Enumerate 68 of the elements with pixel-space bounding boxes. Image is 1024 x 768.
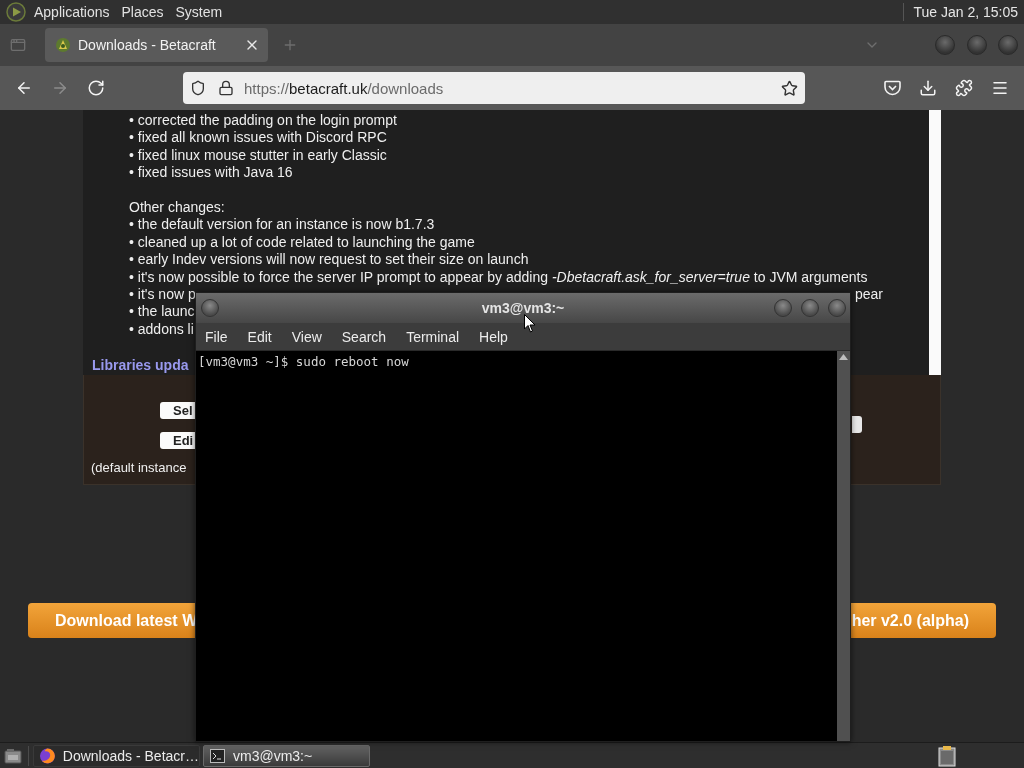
browser-tab[interactable]: Downloads - Betacraft	[45, 28, 268, 62]
url-text: https://betacraft.uk/downloads	[244, 79, 444, 97]
scrollbar[interactable]	[929, 110, 941, 375]
scrollbar[interactable]	[837, 351, 850, 741]
clock[interactable]: Tue Jan 2, 15:05	[913, 4, 1018, 20]
close-button[interactable]	[828, 299, 846, 317]
shield-icon	[190, 80, 206, 96]
changelog-item: • the default version for an instance is now b1.7.3	[129, 216, 435, 234]
play-logo-icon[interactable]	[6, 2, 26, 22]
terminal-icon	[210, 748, 225, 763]
mouse-pointer-icon	[524, 314, 536, 333]
changelog-item: • it's now p	[129, 286, 196, 304]
address-field[interactable]: https://betacraft.uk/downloads	[183, 72, 805, 104]
puzzle-icon	[955, 79, 973, 97]
changelog-heading: Other changes:	[129, 199, 225, 217]
changelog-item: • it's now possible to force the server IP prompt to appear by adding -Dbetacraft.ask_for_server=true to JVM arguments	[129, 268, 868, 287]
window-icon	[10, 37, 26, 53]
changelog-item: • addons li	[129, 320, 194, 339]
window-title: vm3@vm3:~	[481, 300, 565, 316]
plus-icon	[282, 37, 298, 53]
changelog-item: • corrected the padding on the login prompt	[129, 112, 397, 130]
clipboard-icon[interactable]	[938, 744, 956, 767]
panel-menu[interactable]: System	[169, 1, 229, 23]
site-favicon-icon	[55, 37, 71, 53]
tab-list-button[interactable]	[10, 37, 26, 53]
minimize-button[interactable]	[774, 299, 792, 317]
bookmark-star-icon[interactable]	[781, 79, 798, 97]
menu-item[interactable]: Edit	[241, 324, 278, 349]
instance-note: (default instance	[91, 460, 187, 475]
menu-item[interactable]: Terminal	[400, 324, 466, 349]
scroll-up-icon[interactable]	[839, 354, 848, 360]
section-heading: Libraries upda	[92, 357, 189, 375]
menu-item[interactable]: View	[285, 324, 328, 349]
arrow-right-icon	[51, 79, 69, 97]
download-icon	[919, 79, 937, 97]
task-title: vm3@vm3:~	[233, 747, 313, 764]
menu-item[interactable]: Search	[335, 324, 393, 349]
panel-menu[interactable]: Applications	[28, 1, 116, 23]
menu-icon	[991, 79, 1009, 97]
maximize-button[interactable]	[967, 35, 987, 55]
changelog-item: • fixed linux mouse stutter in early Classic	[129, 146, 387, 165]
taskbar-button[interactable]: Downloads - Betacr…	[33, 744, 200, 767]
instance-button[interactable]: Edi	[160, 432, 196, 449]
instance-button[interactable]: Sel	[160, 402, 196, 419]
panel-menu[interactable]: Places	[115, 1, 170, 23]
lock-icon	[218, 80, 234, 96]
pocket-icon	[883, 80, 901, 96]
window-menu-button[interactable]	[201, 299, 219, 317]
close-button[interactable]	[998, 35, 1018, 55]
changelog-item-fragment: pear	[854, 286, 883, 304]
changelog-item: • early Indev versions will now request to set their size on launch	[129, 251, 529, 269]
maximize-button[interactable]	[801, 299, 819, 317]
changelog-item: • the launc	[129, 303, 195, 321]
changelog-item: • cleaned up a lot of code related to launching the game	[129, 233, 475, 252]
changelog-item: • fixed issues with Java 16	[129, 164, 293, 182]
browser-icon	[40, 747, 55, 764]
new-tab-button[interactable]	[282, 37, 298, 53]
desktop-icon	[4, 747, 22, 764]
partial-button[interactable]	[852, 416, 862, 433]
reload-icon	[87, 79, 105, 97]
task-title: Downloads - Betacr…	[62, 747, 199, 764]
taskbar-button[interactable]: vm3@vm3:~	[203, 744, 370, 767]
minimize-button[interactable]	[935, 35, 955, 55]
tab-title: Downloads - Betacraft	[78, 37, 216, 53]
terminal-line: [vm3@vm3 ~]$ sudo reboot now	[198, 354, 409, 370]
menu-item[interactable]: Help	[473, 324, 514, 349]
changelog-item: • fixed all known issues with Discord RPC	[129, 129, 387, 147]
menu-item[interactable]: File	[199, 324, 234, 349]
